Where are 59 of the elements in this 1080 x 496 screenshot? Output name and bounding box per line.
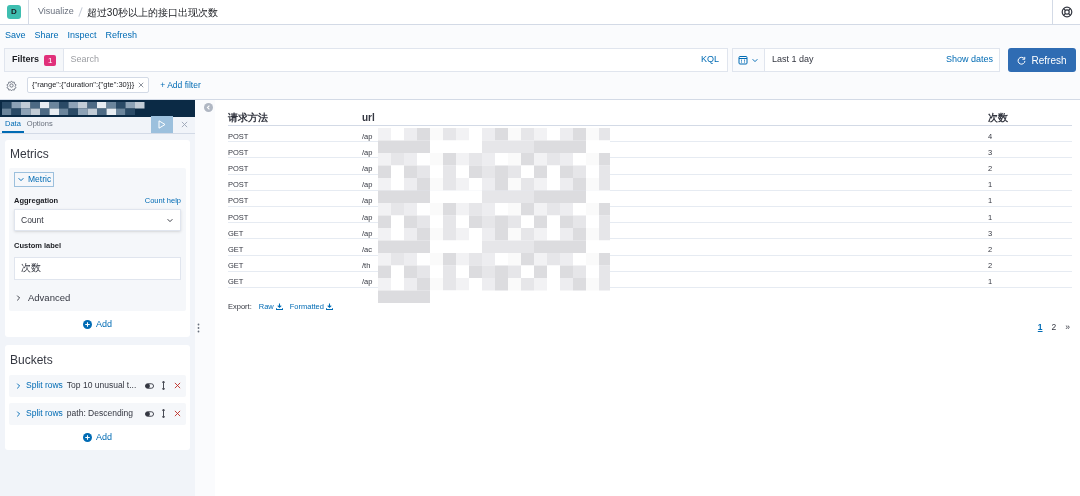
add-button[interactable]: Add <box>83 318 112 332</box>
nav-link[interactable]: Share <box>34 29 59 43</box>
nav-link[interactable]: Inspect <box>67 29 97 43</box>
page-button[interactable]: 1 <box>1037 321 1043 334</box>
count-badge: 1 <box>44 54 57 66</box>
plus-icon <box>83 432 92 442</box>
panel-title: Metrics <box>9 146 50 163</box>
aggregation-select[interactable]: Count <box>14 209 181 231</box>
column-header[interactable]: 请求方法 <box>228 110 268 125</box>
bucket-description: path: Descending <box>66 407 133 420</box>
custom-label-field[interactable]: 次数 <box>14 256 181 280</box>
remove-icon[interactable] <box>174 410 181 417</box>
search-field[interactable]: Search <box>64 48 693 72</box>
filters-button[interactable]: Filters 1 <box>4 48 65 72</box>
next-page-button[interactable]: » <box>1065 321 1070 334</box>
download-icon <box>275 303 283 310</box>
quick-select-button[interactable] <box>733 49 765 71</box>
space-avatar[interactable]: D <box>7 5 21 19</box>
advanced-toggle[interactable]: Advanced <box>14 290 71 305</box>
breadcrumb: 超过30秒以上的接口出现次数 <box>86 5 218 20</box>
calendar-icon <box>738 55 748 65</box>
column-header[interactable]: url <box>362 110 375 125</box>
chevron-right-icon[interactable] <box>14 409 22 418</box>
chevron-down-icon <box>166 216 174 224</box>
filters-label: Filters <box>12 53 39 67</box>
toggle-icon[interactable] <box>145 382 154 389</box>
breadcrumb[interactable]: Visualize <box>38 5 74 19</box>
refresh-icon <box>1017 55 1027 65</box>
add-button[interactable]: Add <box>83 430 112 444</box>
close-icon[interactable] <box>138 82 145 88</box>
chevron-right-icon[interactable] <box>14 381 22 390</box>
bucket-type: Split rows <box>26 379 63 392</box>
column-header[interactable]: 次数 <box>988 110 1008 125</box>
remove-icon[interactable] <box>174 382 181 389</box>
settings-icon[interactable] <box>6 79 17 91</box>
toggle-icon[interactable] <box>145 410 154 417</box>
drag-handle-icon[interactable] <box>161 381 166 390</box>
language-toggle[interactable]: KQL <box>693 48 728 72</box>
resize-handle-icon[interactable] <box>197 323 200 333</box>
nav-link[interactable]: Save <box>5 29 26 43</box>
bucket-type: Split rows <box>26 407 63 420</box>
page-button[interactable]: 2 <box>1051 321 1057 334</box>
drag-handle-icon[interactable] <box>161 409 166 418</box>
bucket-description: Top 10 unusual t... <box>66 379 137 392</box>
nav-link[interactable]: Refresh <box>105 29 138 43</box>
bucket-row[interactable]: Split rows path: Descending <box>9 402 186 425</box>
help-icon[interactable] <box>1060 6 1073 18</box>
select-value: Count <box>21 213 44 227</box>
bucket-row[interactable]: Split rows Top 10 unusual t... <box>9 374 186 397</box>
close-icon <box>180 121 188 128</box>
add-filter-link[interactable]: + Add filter <box>160 78 201 92</box>
play-icon <box>158 120 166 129</box>
download-icon <box>325 303 333 310</box>
panel-title: Buckets <box>9 351 54 369</box>
refresh-button[interactable]: Refresh <box>1008 48 1076 72</box>
time-range: Last 1 day <box>771 53 815 67</box>
show-dates-link[interactable]: Show dates <box>939 49 999 71</box>
metric-toggle[interactable]: Metric <box>14 172 55 187</box>
plus-icon <box>83 320 92 330</box>
